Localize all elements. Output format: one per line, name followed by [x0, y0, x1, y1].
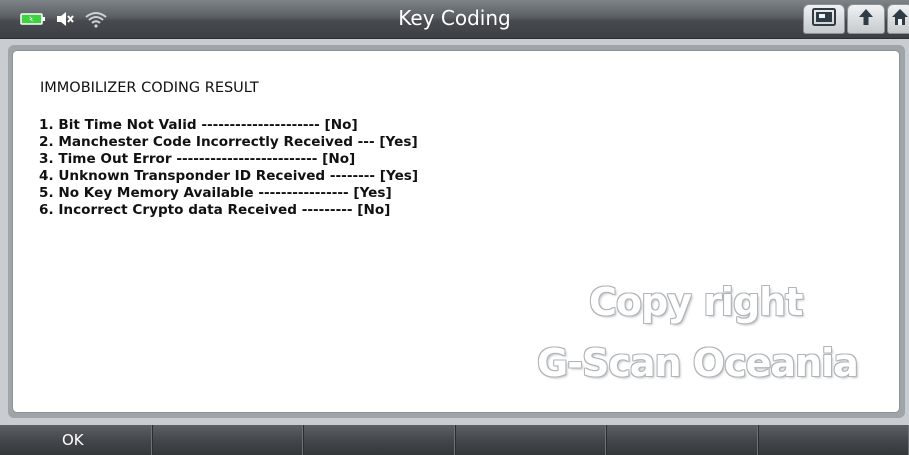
function-button-5[interactable] [606, 425, 758, 455]
function-button-6[interactable] [757, 425, 909, 455]
title-bar: Key Coding [0, 0, 909, 39]
home-button[interactable] [887, 4, 909, 34]
function-button-2[interactable] [151, 425, 303, 455]
function-button-3[interactable] [303, 425, 455, 455]
ok-button[interactable]: OK [0, 425, 152, 455]
result-heading: IMMOBILIZER CODING RESULT [40, 80, 259, 96]
result-line-time-out: 3. Time Out Error ----------------------… [39, 151, 356, 167]
result-line-incorrect-crypto: 6. Incorrect Crypto data Received ------… [39, 202, 391, 218]
back-icon [855, 7, 877, 31]
watermark-company: G-Scan Oceania [537, 341, 859, 385]
result-list: 1. Bit Time Not Valid ------------------… [39, 117, 418, 219]
function-button-4[interactable] [454, 425, 606, 455]
result-line-manchester-code: 2. Manchester Code Incorrectly Received … [39, 134, 418, 150]
function-bar: OK [0, 425, 909, 455]
home-icon [890, 7, 909, 31]
result-line-bit-time: 1. Bit Time Not Valid ------------------… [39, 117, 358, 133]
screen-capture-icon [812, 8, 836, 30]
watermark-copyright: Copy right [589, 280, 803, 324]
back-button[interactable] [847, 4, 885, 34]
result-line-no-key-memory: 5. No Key Memory Available -------------… [39, 185, 392, 201]
screen-capture-button[interactable] [803, 4, 845, 34]
result-line-unknown-transponder: 4. Unknown Transponder ID Received -----… [39, 168, 419, 184]
page-title: Key Coding [398, 6, 511, 30]
